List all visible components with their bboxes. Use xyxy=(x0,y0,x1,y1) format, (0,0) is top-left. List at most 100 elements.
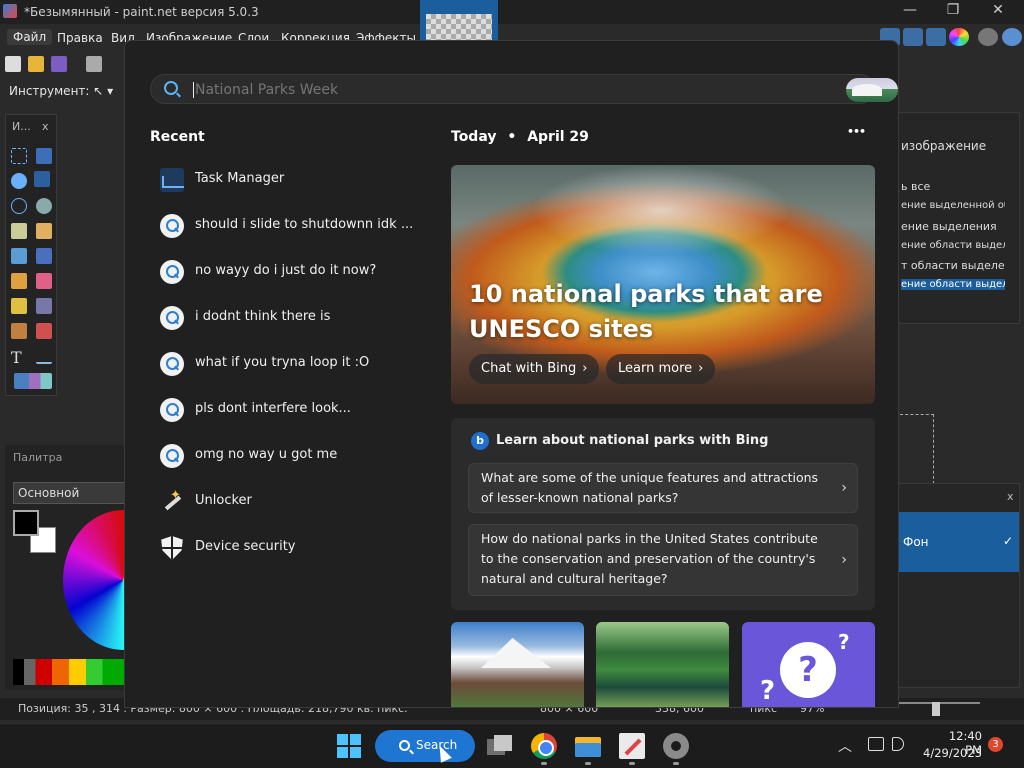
clock-date[interactable]: 4/29/2023 xyxy=(918,746,982,760)
clone-stamp-icon[interactable] xyxy=(11,323,27,339)
layers-panel: x Фон ✓ xyxy=(898,483,1020,688)
chevron-right-icon: › xyxy=(582,361,588,376)
lasso-icon[interactable] xyxy=(11,173,27,189)
zoom-icon[interactable] xyxy=(36,198,52,214)
primary-color-swatch[interactable] xyxy=(13,510,39,536)
search-icon xyxy=(160,260,184,284)
search-highlight-icon[interactable] xyxy=(846,78,898,102)
mountain-thumbnail[interactable] xyxy=(451,622,584,707)
bing-card-title: Learn about national parks with Bing xyxy=(496,433,769,448)
recent-search-item[interactable]: omg no way u got me xyxy=(150,437,415,475)
paint-bucket-icon[interactable] xyxy=(11,248,27,264)
eraser-icon[interactable] xyxy=(36,273,52,289)
move-selected-icon[interactable] xyxy=(36,148,52,164)
ellipse-select-icon[interactable] xyxy=(11,198,27,214)
recent-search-item[interactable]: should i slide to shutdownn idk ... xyxy=(150,207,415,245)
today-separator: • xyxy=(507,129,517,145)
gradient-icon[interactable] xyxy=(36,248,52,264)
zoom-slider-thumb[interactable] xyxy=(932,702,940,716)
settings-icon[interactable] xyxy=(663,733,689,759)
running-indicator xyxy=(541,762,547,765)
notification-badge[interactable]: 3 xyxy=(988,737,1003,752)
print-icon[interactable] xyxy=(86,56,102,72)
recent-search-item[interactable]: pls dont interfere look... xyxy=(150,391,415,429)
color-picker-icon[interactable] xyxy=(36,298,52,314)
rectangle-select-icon[interactable] xyxy=(11,148,27,164)
bing-question[interactable]: How do national parks in the United Stat… xyxy=(468,524,858,596)
recent-search-item[interactable]: what if you tryna loop it :O xyxy=(150,345,415,383)
palette-swatches[interactable] xyxy=(13,659,125,685)
today-header: Today • April 29 xyxy=(451,129,589,145)
chevron-right-icon: › xyxy=(698,361,704,376)
menu-edit[interactable]: Правка xyxy=(57,31,103,45)
history-item-selected[interactable]: ение области выделения xyxy=(901,279,1005,290)
more-options-button[interactable]: ••• xyxy=(847,125,866,138)
new-file-icon[interactable] xyxy=(5,56,21,72)
chrome-icon[interactable] xyxy=(531,733,557,759)
tool-selector[interactable]: Инструмент: ↖ ▾ xyxy=(9,84,113,98)
close-button[interactable]: ✕ xyxy=(978,2,1018,22)
quiz-thumbnail[interactable]: ? ? ? xyxy=(742,622,875,707)
layer-row[interactable]: Фон ✓ xyxy=(899,512,1019,572)
line-curve-icon[interactable] xyxy=(36,348,52,364)
layers-toggle-icon[interactable] xyxy=(926,28,946,46)
history-item[interactable]: ение выделения xyxy=(901,220,1005,233)
maximize-button[interactable]: ❐ xyxy=(933,2,973,22)
search-box[interactable] xyxy=(150,74,898,104)
colors-toggle-icon[interactable] xyxy=(949,28,969,46)
learn-more-button[interactable]: Learn more › xyxy=(606,354,716,384)
open-folder-icon[interactable] xyxy=(28,56,44,72)
hero-card[interactable]: 10 national parks that are UNESCO sites … xyxy=(451,165,875,404)
show-hidden-icons-chevron-icon[interactable]: ︿ xyxy=(838,736,852,756)
history-item[interactable]: т области выделения xyxy=(901,259,1005,272)
palette-dropdown[interactable]: Основной xyxy=(13,482,125,504)
hero-title[interactable]: 10 national parks that are UNESCO sites xyxy=(469,277,829,347)
volume-icon[interactable] xyxy=(892,737,904,751)
recent-search-item[interactable]: i dodnt think there is xyxy=(150,299,415,337)
search-input[interactable] xyxy=(195,79,795,101)
save-icon[interactable] xyxy=(51,56,67,72)
settings-gear-icon[interactable] xyxy=(978,28,998,46)
move-selection-icon[interactable] xyxy=(34,171,50,187)
bing-question[interactable]: What are some of the unique features and… xyxy=(468,463,858,513)
layer-visible-check-icon[interactable]: ✓ xyxy=(1003,534,1013,548)
help-icon[interactable] xyxy=(1002,28,1022,46)
task-view-icon[interactable] xyxy=(487,733,513,759)
start-windows-icon[interactable] xyxy=(337,734,361,758)
shapes-icon[interactable] xyxy=(14,373,52,389)
move-tool-icon: ↖ ▾ xyxy=(93,84,114,98)
history-item[interactable]: ение области выделения xyxy=(901,240,1005,251)
network-icon[interactable] xyxy=(868,737,884,751)
recent-item-label: should i slide to shutdownn idk ... xyxy=(195,217,414,232)
file-explorer-icon[interactable] xyxy=(575,733,601,759)
question-mark-icon: ? xyxy=(760,676,776,706)
tools-panel-close-icon[interactable]: x xyxy=(42,120,49,133)
history-item[interactable]: ение выделенной области xyxy=(901,200,1005,211)
history-item[interactable]: изображение xyxy=(901,139,1005,153)
recolor-icon[interactable] xyxy=(36,323,52,339)
pan-hand-icon[interactable] xyxy=(36,223,52,239)
pencil-icon[interactable] xyxy=(11,298,27,314)
recent-search-item[interactable]: no wayy do i just do it now? xyxy=(150,253,415,291)
tool-label: Инструмент: xyxy=(9,84,90,98)
text-tool-icon[interactable]: T xyxy=(11,348,27,367)
magic-wand-icon xyxy=(160,488,184,514)
paint-net-icon[interactable] xyxy=(619,733,645,759)
minimize-button[interactable]: — xyxy=(890,2,930,22)
paintbrush-icon[interactable] xyxy=(11,273,27,289)
layers-panel-close-icon[interactable]: x xyxy=(1007,490,1014,503)
menu-file[interactable]: Файл xyxy=(7,29,53,45)
forest-thumbnail[interactable] xyxy=(596,622,729,707)
history-toggle-icon[interactable] xyxy=(903,28,923,46)
recent-item-label: i dodnt think there is xyxy=(195,309,331,324)
image-tab-thumbnail[interactable] xyxy=(420,0,498,42)
magic-wand-tool-icon[interactable] xyxy=(11,223,27,239)
recent-item-unlocker[interactable]: Unlocker xyxy=(150,483,415,521)
taskbar-search-button[interactable]: Search xyxy=(375,730,475,762)
recent-item-device-security[interactable]: Device security xyxy=(150,529,415,567)
chat-with-bing-button[interactable]: Chat with Bing › xyxy=(469,354,600,384)
recent-item-task-manager[interactable]: Task Manager xyxy=(150,161,415,199)
layer-name: Фон xyxy=(903,535,929,549)
palette-title: Палитра xyxy=(13,451,63,464)
history-item[interactable]: ь все xyxy=(901,180,1005,193)
